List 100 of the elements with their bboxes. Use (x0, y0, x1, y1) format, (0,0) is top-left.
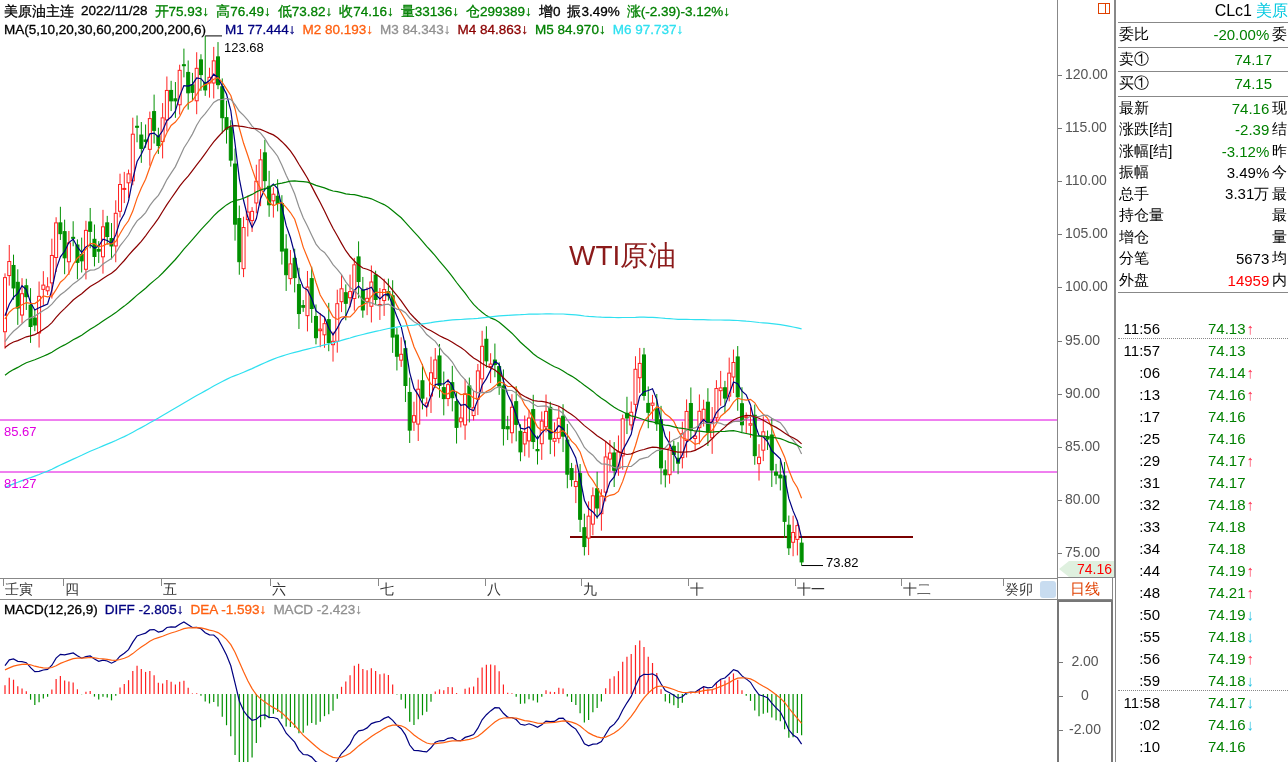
date-label: 七 (380, 581, 394, 599)
header-field: 开75.93↓ (154, 3, 210, 21)
chart-title: WTI原油 (569, 239, 677, 273)
leader-line (204, 35, 223, 37)
quote-label: 卖① (1118, 49, 1150, 69)
tick-direction: ↓ (1246, 715, 1255, 733)
quote-value: 3.31万 (1224, 184, 1270, 204)
header-field: 收74.16↓ (339, 3, 394, 21)
tick-time: :17 (1138, 407, 1160, 425)
tick-direction: ↓ (1246, 627, 1255, 645)
quote-value: -2.39 (1234, 121, 1270, 139)
header-field: 2022/11/28 (81, 3, 148, 21)
date-label: 九 (583, 581, 597, 599)
tick-direction: ↑ (1246, 649, 1255, 667)
indicator-name: MACD(12,26,9) (4, 602, 98, 617)
header-field: 振3.49% (567, 3, 620, 21)
quote-label: 振幅 (1118, 163, 1150, 183)
axis-label: 105.00 (1065, 225, 1108, 242)
quote-label: 最 (1272, 184, 1288, 204)
header-field: 低73.82↓ (277, 3, 333, 21)
tick-time: :44 (1138, 561, 1160, 579)
quote-value: 74.15 (1233, 75, 1272, 93)
tick-price: 74.17 (1208, 451, 1246, 469)
tick-price: 74.17 (1208, 693, 1246, 711)
axis-label: 90.00 (1065, 384, 1101, 401)
tick-time: 11:56 (1122, 319, 1160, 337)
tick-price: 74.19 (1208, 649, 1246, 667)
indicator-value: M2 80.193↓ (302, 22, 373, 37)
header-field: 美原油主连 (4, 3, 74, 21)
tick-direction: ↓ (1246, 693, 1255, 711)
date-label: 癸卯 (1005, 581, 1033, 599)
header-field: 仓299389↓ (466, 3, 532, 21)
split-view-icon[interactable] (1098, 3, 1110, 14)
tick-price: 74.16 (1208, 385, 1246, 403)
quote-label: 最新 (1118, 98, 1150, 118)
axis-label: 100.00 (1065, 278, 1108, 295)
tick-price: 74.14 (1208, 363, 1246, 381)
indicator-value: M1 77.444↓ (224, 22, 296, 37)
indicator-value: MACD -2.423↓ (273, 602, 362, 617)
leader-line (801, 565, 824, 567)
tick-price: 74.13 (1208, 341, 1246, 359)
indicator-value: DIFF -2.805↓ (104, 602, 184, 617)
quote-label: 委比 (1118, 25, 1150, 45)
tick-time: :56 (1138, 649, 1160, 667)
tick-price: 74.16 (1208, 737, 1246, 755)
tick-direction: ↑ (1246, 561, 1255, 579)
tick-price: 74.18 (1208, 671, 1246, 689)
date-label: 四 (65, 581, 79, 599)
period-button[interactable]: 日线 (1057, 578, 1113, 600)
tick-direction: ↑ (1246, 319, 1255, 337)
tick-time: :55 (1138, 627, 1160, 645)
tick-price: 74.18 (1208, 495, 1246, 513)
quote-label: 最 (1272, 206, 1288, 226)
instrument-name: 美原 (1256, 0, 1288, 21)
quote-label: 委 (1272, 25, 1288, 45)
quote-label: 昨 (1272, 141, 1288, 161)
axis-label: 95.00 (1065, 331, 1101, 348)
tick-direction: ↑ (1246, 495, 1255, 513)
high-price-label: 123.68 (224, 40, 264, 55)
tick-time: :06 (1138, 363, 1160, 381)
tick-time: :29 (1138, 451, 1160, 469)
quote-label: 涨幅[结] (1118, 141, 1174, 161)
quote-value: -3.12% (1220, 142, 1270, 160)
instrument-code: CLc1 (1214, 2, 1252, 20)
indicator-value: M4 84.863↓ (457, 22, 529, 37)
tick-price: 74.17 (1208, 473, 1246, 491)
tick-price: 74.19 (1208, 561, 1246, 579)
low-price-label: 73.82 (826, 555, 859, 570)
tick-direction: ↓ (1246, 671, 1255, 689)
tick-time: 11:57 (1122, 341, 1160, 359)
tick-price: 74.16 (1208, 429, 1246, 447)
tick-time: :10 (1138, 737, 1160, 755)
date-label: 十二 (903, 581, 931, 599)
quote-label: 涨跌[结] (1118, 120, 1174, 140)
date-label: 六 (272, 581, 286, 599)
quote-label: 买① (1118, 74, 1150, 94)
quote-label: 总手 (1118, 184, 1150, 204)
tick-price: 74.13 (1208, 319, 1246, 337)
indicator-value: M3 84.343↓ (380, 22, 451, 37)
tick-price: 74.19 (1208, 605, 1246, 623)
indicator-value: M5 84.970↓ (535, 22, 606, 37)
tick-time: :48 (1138, 583, 1160, 601)
tick-price: 74.21 (1208, 583, 1246, 601)
axis-label: 110.00 (1065, 172, 1107, 189)
tick-time: :31 (1138, 473, 1160, 491)
price-line-label: 85.67 (4, 424, 37, 439)
scrollbar-thumb[interactable] (1040, 581, 1056, 598)
quote-label: 增仓 (1118, 227, 1150, 247)
quote-label: 量 (1272, 227, 1288, 247)
quote-value: 5673 (1234, 250, 1270, 268)
tick-direction: ↑ (1246, 385, 1255, 403)
last-price-tag: 74.16 (1059, 561, 1114, 577)
tick-time: :02 (1138, 715, 1160, 733)
indicator-value: M6 97.737↓ (612, 22, 684, 37)
axis-label: 120.00 (1065, 66, 1108, 82)
quote-label: 结 (1272, 120, 1288, 140)
quote-value: 74.17 (1233, 50, 1272, 68)
date-label: 五 (163, 581, 177, 599)
quote-value: 3.49% (1225, 164, 1270, 182)
tick-time: :59 (1138, 671, 1160, 689)
